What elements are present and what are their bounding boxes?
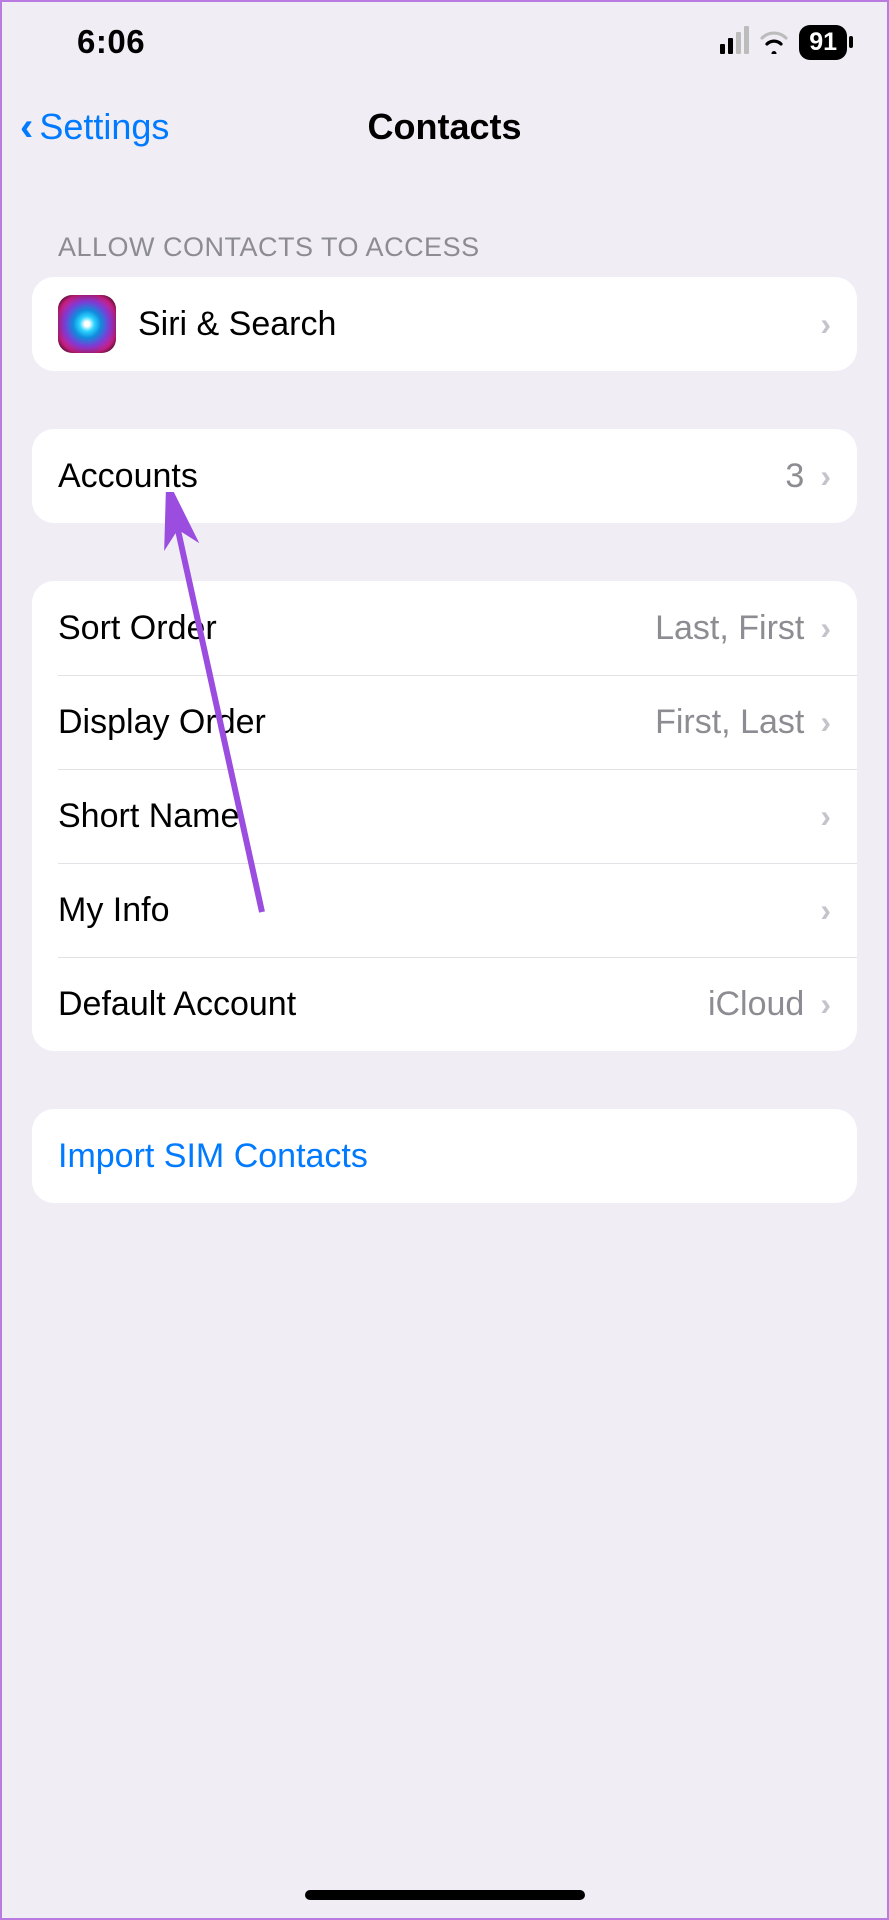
page-title: Contacts bbox=[367, 106, 521, 148]
chevron-right-icon: › bbox=[820, 986, 831, 1023]
group-siri: Siri & Search › bbox=[32, 277, 857, 371]
back-button[interactable]: ‹ Settings bbox=[20, 106, 169, 148]
row-label: Accounts bbox=[58, 457, 198, 496]
row-label: Sort Order bbox=[58, 609, 217, 648]
row-label: Short Name bbox=[58, 797, 239, 836]
chevron-right-icon: › bbox=[820, 610, 831, 647]
chevron-right-icon: › bbox=[820, 798, 831, 835]
row-value: iCloud bbox=[708, 985, 804, 1024]
row-value: Last, First bbox=[655, 609, 804, 648]
group-accounts: Accounts 3 › bbox=[32, 429, 857, 523]
nav-header: ‹ Settings Contacts bbox=[2, 82, 887, 172]
battery-icon: 91 bbox=[799, 25, 847, 60]
home-indicator[interactable] bbox=[305, 1890, 585, 1900]
row-label: Siri & Search bbox=[138, 305, 336, 344]
row-accounts[interactable]: Accounts 3 › bbox=[32, 429, 857, 523]
row-default-account[interactable]: Default Account iCloud › bbox=[32, 957, 857, 1051]
section-header-access: ALLOW CONTACTS TO ACCESS bbox=[58, 232, 857, 263]
row-label: Display Order bbox=[58, 703, 266, 742]
back-label: Settings bbox=[39, 106, 169, 148]
chevron-right-icon: › bbox=[820, 306, 831, 343]
row-value: First, Last bbox=[655, 703, 804, 742]
row-import-sim[interactable]: Import SIM Contacts bbox=[32, 1109, 857, 1203]
row-label: Import SIM Contacts bbox=[58, 1137, 368, 1176]
row-sort-order[interactable]: Sort Order Last, First › bbox=[32, 581, 857, 675]
row-label: My Info bbox=[58, 891, 169, 930]
chevron-right-icon: › bbox=[820, 458, 831, 495]
status-bar: 6:06 91 bbox=[2, 2, 887, 82]
group-display-options: Sort Order Last, First › Display Order F… bbox=[32, 581, 857, 1051]
status-time: 6:06 bbox=[77, 23, 145, 61]
row-label: Default Account bbox=[58, 985, 296, 1024]
chevron-right-icon: › bbox=[820, 892, 831, 929]
row-siri-search[interactable]: Siri & Search › bbox=[32, 277, 857, 371]
row-value: 3 bbox=[785, 457, 804, 496]
siri-icon bbox=[58, 295, 116, 353]
status-indicators: 91 bbox=[720, 25, 847, 60]
row-my-info[interactable]: My Info › bbox=[32, 863, 857, 957]
cellular-icon bbox=[720, 30, 749, 54]
group-import: Import SIM Contacts bbox=[32, 1109, 857, 1203]
chevron-left-icon: ‹ bbox=[20, 107, 33, 147]
row-short-name[interactable]: Short Name › bbox=[32, 769, 857, 863]
chevron-right-icon: › bbox=[820, 704, 831, 741]
wifi-icon bbox=[759, 30, 789, 54]
row-display-order[interactable]: Display Order First, Last › bbox=[32, 675, 857, 769]
